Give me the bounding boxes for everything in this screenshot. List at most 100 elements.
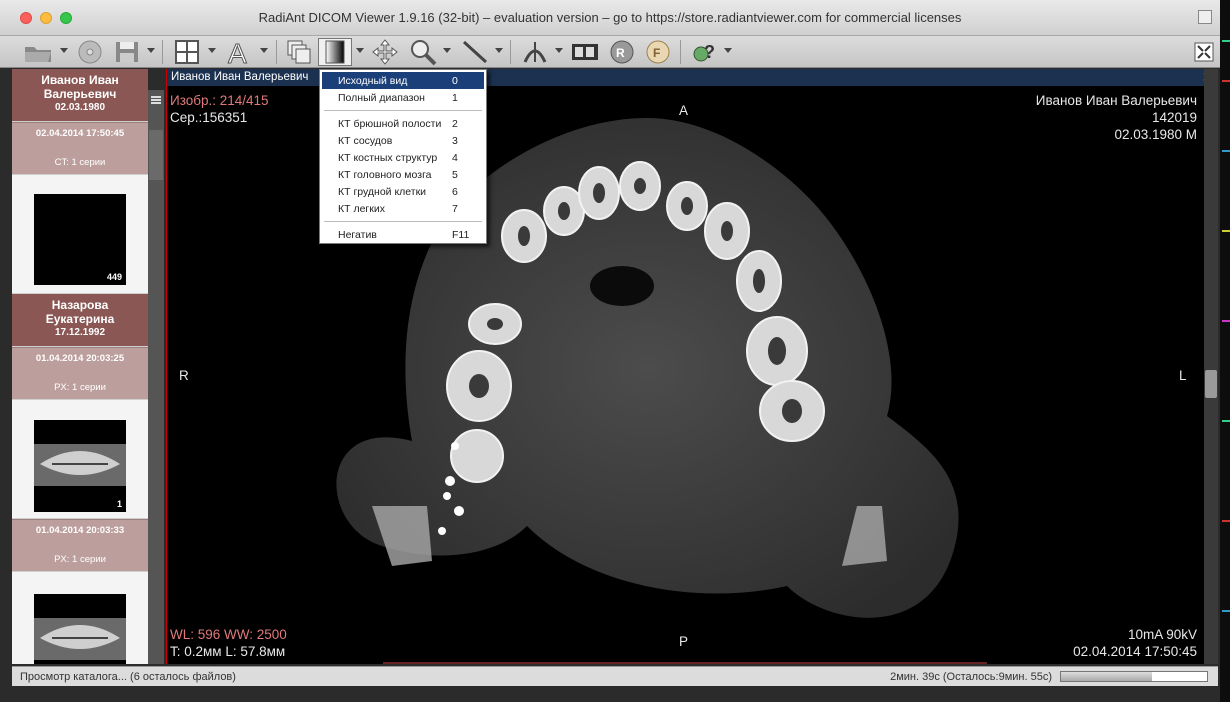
window-preset-menu: Исходный вид 0 Полный диапазон 1 КТ брюш… — [319, 69, 487, 244]
orientation-left: R — [179, 368, 189, 383]
patient-name-line1: Иванов Иван — [41, 73, 119, 87]
window-level-overlay: WL: 596 WW: 2500 — [170, 627, 287, 642]
status-message: Просмотр каталога... (6 осталось файлов) — [20, 671, 236, 683]
zoom-dropdown-arrow[interactable] — [443, 48, 451, 53]
expand-view-icon[interactable] — [1192, 38, 1216, 66]
menu-item-ct-brain[interactable]: КТ головного мозга 5 — [322, 166, 484, 183]
mpr-dropdown-arrow[interactable] — [555, 48, 563, 53]
thumbnail-image-count: 449 — [106, 272, 122, 282]
cd-icon[interactable] — [74, 38, 106, 66]
toolbar-separator — [510, 40, 511, 64]
menu-item-ct-abdomen[interactable]: КТ брюшной полости 2 — [322, 115, 484, 132]
menu-item-ct-chest[interactable]: КТ грудной клетки 6 — [322, 183, 484, 200]
patient-dob: 02.03.1980 — [54, 102, 106, 113]
menu-separator — [324, 221, 482, 222]
measure-dropdown-arrow[interactable] — [495, 48, 503, 53]
viewport-scrollbar[interactable] — [1204, 69, 1218, 664]
series-thumbnail[interactable] — [12, 572, 148, 664]
mpr-icon[interactable] — [518, 38, 552, 66]
menu-item-ct-vessels[interactable]: КТ сосудов 3 — [322, 132, 484, 149]
menu-item-full-range[interactable]: Полный диапазон 1 — [322, 89, 484, 106]
svg-text:R: R — [616, 46, 625, 60]
window-level-icon[interactable] — [318, 38, 352, 66]
title-bar: RadiAnt DICOM Viewer 1.9.16 (32-bit) – e… — [0, 0, 1220, 36]
patient-name-line2: Валерьевич — [43, 87, 117, 101]
study-modality: PX: 1 серии — [54, 382, 106, 393]
background-desktop-strip — [1220, 0, 1230, 702]
zoom-icon[interactable] — [406, 38, 440, 66]
toolbar-separator — [162, 40, 163, 64]
menu-item-ct-bone[interactable]: КТ костных структур 4 — [322, 149, 484, 166]
text-annotation-icon[interactable]: A — [222, 38, 256, 66]
thumbnail-image: 1 — [34, 420, 126, 512]
mpr-3d-icon[interactable]: R — [606, 38, 638, 66]
orientation-bottom: P — [679, 634, 689, 649]
thumbnail-image-count: 1 — [116, 499, 122, 509]
study-date: 01.04.2014 20:03:33 — [35, 525, 125, 536]
study-browser-sidebar: Иванов Иван Валерьевич 02.03.1980 02.04.… — [12, 69, 148, 664]
save-icon[interactable] — [110, 38, 144, 66]
menu-item-ct-lungs[interactable]: КТ легких 7 — [322, 200, 484, 217]
study-header[interactable]: 01.04.2014 20:03:25 PX: 1 серии — [12, 347, 148, 399]
svg-text:?: ? — [704, 42, 715, 62]
viewport-header-title: Иванов Иван Валерьевич — [171, 71, 309, 83]
cine-icon[interactable] — [568, 38, 602, 66]
menu-item-original-view[interactable]: Исходный вид 0 — [322, 72, 484, 89]
help-dropdown-arrow[interactable] — [724, 48, 732, 53]
pan-icon[interactable] — [368, 38, 402, 66]
study-date: 02.04.2014 17:50:45 — [35, 128, 125, 139]
viewport-scroll-thumb[interactable] — [1205, 370, 1217, 398]
panoramic-xray-thumbnail — [34, 444, 126, 486]
sidebar-menu-icon[interactable] — [151, 96, 161, 104]
thumbnail-image: 449 — [34, 194, 126, 285]
layout-dropdown-arrow[interactable] — [208, 48, 216, 53]
svg-text:A: A — [228, 38, 247, 66]
loading-progress-bar — [1060, 671, 1208, 682]
strip-line — [1222, 230, 1230, 232]
window-level-dropdown-arrow[interactable] — [356, 48, 364, 53]
layout-icon[interactable] — [170, 38, 204, 66]
save-dropdown-arrow[interactable] — [147, 48, 155, 53]
measure-ruler-icon[interactable] — [458, 38, 492, 66]
patient-header[interactable]: Назарова Еукатерина 17.12.1992 — [12, 294, 148, 346]
study-modality: PX: 1 серии — [54, 554, 106, 565]
main-toolbar: A R F ? — [0, 36, 1220, 68]
window-title: RadiAnt DICOM Viewer 1.9.16 (32-bit) – e… — [258, 10, 962, 25]
orientation-right: L — [1179, 368, 1187, 383]
study-header[interactable]: 01.04.2014 20:03:33 PX: 1 серии — [12, 519, 148, 571]
image-index-overlay: Изобр.: 214/415 — [170, 93, 269, 108]
svg-text:F: F — [653, 46, 660, 60]
text-dropdown-arrow[interactable] — [260, 48, 268, 53]
patient-name-overlay: Иванов Иван Валерьевич — [1035, 93, 1197, 108]
strip-line — [1222, 40, 1230, 42]
series-thumbnail[interactable]: 1 — [12, 400, 148, 518]
strip-line — [1222, 520, 1230, 522]
fusion-icon[interactable]: F — [642, 38, 674, 66]
study-modality: CT: 1 серии — [54, 157, 106, 168]
orientation-top: A — [679, 103, 689, 118]
series-icon[interactable] — [284, 38, 314, 66]
menu-item-negative[interactable]: Негатив F11 — [322, 226, 484, 243]
patient-dob: 17.12.1992 — [54, 327, 106, 338]
panoramic-xray-thumbnail — [34, 618, 126, 660]
fullscreen-button[interactable] — [1198, 10, 1212, 24]
open-dropdown-arrow[interactable] — [60, 48, 68, 53]
study-date: 01.04.2014 20:03:25 — [35, 353, 125, 364]
series-thumbnail[interactable]: 449 — [12, 175, 148, 293]
loading-progress-fill — [1061, 672, 1152, 681]
status-timer: 2мин. 39с (Осталось:9мин. 55с) — [890, 671, 1052, 683]
study-header[interactable]: 02.04.2014 17:50:45 CT: 1 серии — [12, 122, 148, 174]
patient-name-line1: Назарова — [51, 298, 109, 312]
strip-line — [1222, 80, 1230, 82]
patient-dob-overlay: 02.03.1980 M — [1114, 127, 1197, 142]
series-number-overlay: Сер.:156351 — [170, 110, 248, 125]
thumbnail-image — [34, 594, 126, 664]
open-folder-icon[interactable] — [20, 38, 56, 66]
status-bar: Просмотр каталога... (6 осталось файлов)… — [12, 666, 1218, 686]
strip-line — [1222, 420, 1230, 422]
help-icon[interactable]: ? — [688, 38, 722, 66]
patient-header[interactable]: Иванов Иван Валерьевич 02.03.1980 — [12, 69, 148, 121]
menu-separator — [324, 110, 482, 111]
acquisition-datetime-overlay: 02.04.2014 17:50:45 — [1073, 644, 1197, 659]
sidebar-scroll-thumb[interactable] — [149, 130, 163, 180]
